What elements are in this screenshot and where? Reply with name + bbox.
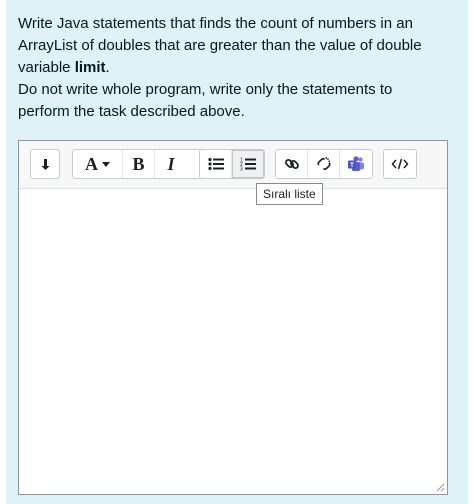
- toolbar-group-source: [383, 149, 417, 179]
- resize-handle-icon[interactable]: [435, 482, 445, 492]
- toolbar-group-format: A B I: [72, 149, 206, 179]
- question-line: Write Java statements that finds the cou…: [18, 15, 413, 32]
- svg-text:3: 3: [240, 167, 243, 172]
- answer-editor[interactable]: A B I 1 2 3 T: [18, 140, 448, 495]
- font-color-button[interactable]: A: [73, 150, 123, 178]
- bold-button[interactable]: B: [123, 150, 155, 178]
- editor-content-area[interactable]: [19, 189, 447, 494]
- question-text: Write Java statements that finds the cou…: [18, 13, 458, 123]
- numbered-list-icon: 1 2 3: [240, 158, 256, 172]
- question-line: perform the task described above.: [18, 103, 245, 120]
- toolbar-collapse-button[interactable]: [31, 150, 59, 178]
- bold-label: B: [132, 153, 145, 174]
- font-color-label: A: [85, 153, 98, 174]
- unlink-button[interactable]: [308, 150, 340, 178]
- editor-toolbar: A B I 1 2 3 T: [19, 141, 447, 189]
- toolbar-group-collapse: [30, 149, 60, 179]
- chevron-down-icon: [102, 161, 110, 167]
- keyword-limit: limit: [74, 59, 106, 76]
- svg-text:T: T: [350, 162, 354, 169]
- bullet-list-icon: [207, 157, 224, 171]
- ordered-list-button[interactable]: 1 2 3: [232, 150, 264, 178]
- italic-button[interactable]: I: [155, 150, 187, 178]
- link-button[interactable]: [276, 150, 308, 178]
- toolbar-group-lists: 1 2 3: [199, 149, 265, 179]
- toolbar-group-insert: T: [275, 149, 373, 179]
- code-icon: [391, 158, 409, 170]
- italic-label: I: [167, 153, 175, 174]
- unordered-list-button[interactable]: [200, 150, 232, 178]
- collapse-arrow-icon: [41, 159, 50, 170]
- teams-icon: T: [348, 156, 364, 171]
- teams-meeting-button[interactable]: T: [340, 150, 372, 178]
- question-line: ArrayList of doubles that are greater th…: [18, 37, 422, 54]
- link-icon: [284, 159, 299, 169]
- html-source-button[interactable]: [384, 150, 416, 178]
- tooltip-ordered-list: Sıralı liste: [256, 183, 323, 205]
- question-line: variable limit.: [18, 59, 110, 76]
- unlink-icon: [316, 156, 331, 171]
- question-line: Do not write whole program, write only t…: [18, 81, 393, 98]
